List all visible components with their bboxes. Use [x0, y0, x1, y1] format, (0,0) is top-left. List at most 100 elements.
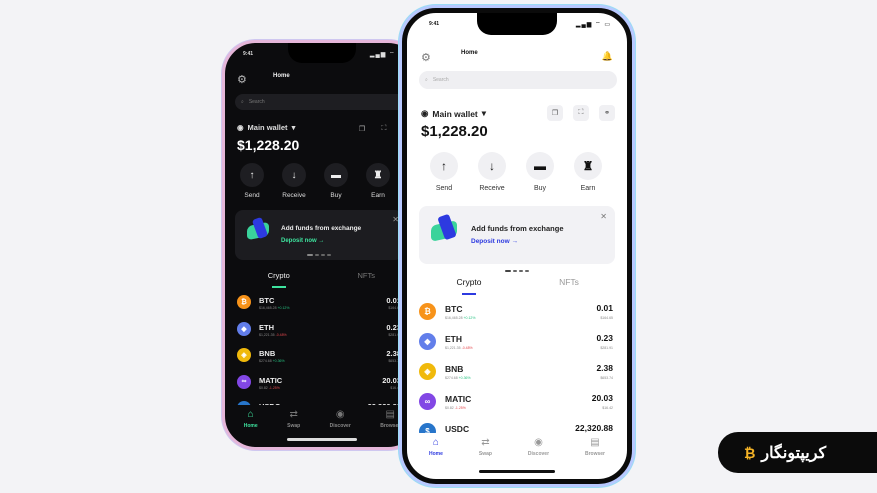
send-button[interactable]: ↑ Send — [429, 152, 459, 192]
scan-icon[interactable]: ⛶ — [573, 105, 589, 121]
coin-amount: 2.38 — [386, 349, 401, 358]
brand-name: کریپتونگار — [761, 444, 827, 462]
coin-row[interactable]: ∞ MATIC $0.82 -1.25% 20.03 $16.42 — [235, 373, 405, 400]
nav-item-home[interactable]: ⌂ Home — [244, 409, 258, 429]
nav-item-discover[interactable]: ◉ Discover — [330, 409, 351, 429]
coin-change: +0.36% — [272, 359, 285, 363]
brand-logo-icon: ₿ — [744, 444, 756, 461]
earn-label: Earn — [371, 192, 385, 199]
close-icon[interactable]: ✕ — [392, 215, 399, 224]
send-icon: ↑ — [430, 152, 458, 180]
wallet-selector[interactable]: ◉ Main wallet ▾ — [421, 108, 486, 119]
deposit-now-link[interactable]: Deposit now → — [281, 238, 324, 244]
nav-discover-icon: ◉ — [534, 437, 543, 448]
coin-symbol: BNB — [259, 349, 276, 358]
coin-symbol: USDC — [259, 402, 280, 405]
add-funds-banner[interactable]: Add funds from exchange Deposit now → ✕ — [235, 210, 403, 260]
coin-row[interactable]: ◆ ETH $1,221.35 -0.48% 0.23 $281.91 — [235, 320, 405, 347]
wallet-name: Main wallet — [247, 123, 288, 132]
search-input[interactable]: ⌕ Search — [419, 71, 617, 89]
receive-icon: ↓ — [478, 152, 506, 180]
wallet-selector[interactable]: ◉ Main wallet ▾ — [237, 123, 295, 132]
eye-icon[interactable]: ◉ — [237, 123, 244, 132]
nav-item-swap[interactable]: ⇄ Swap — [479, 437, 492, 457]
gear-icon[interactable]: ⚙ — [237, 73, 247, 86]
send-button[interactable]: ↑ Send — [239, 163, 265, 199]
tab-crypto[interactable]: Crypto — [419, 277, 519, 287]
buy-button[interactable]: ▬ Buy — [525, 152, 555, 192]
tab-nfts[interactable]: NFTs — [519, 277, 619, 287]
coin-row[interactable]: ₿ BTC $16,465.28 +0.12% 0.01 $164.65 — [417, 301, 617, 331]
nav-label: Browser — [584, 451, 605, 457]
coin-row[interactable]: $USDC$1.00 0.00%22,320.88$22,320.88 — [417, 421, 617, 433]
nav-browser-icon: ▤ — [590, 437, 600, 448]
nav-item-home[interactable]: ⌂ Home — [429, 437, 443, 457]
buy-button[interactable]: ▬ Buy — [323, 163, 349, 199]
coin-icon: ₿ — [419, 303, 436, 320]
home-indicator — [287, 438, 357, 441]
chevron-down-icon: ▾ — [291, 123, 296, 132]
nav-label: Home — [243, 423, 258, 429]
nav-label: Browser — [380, 423, 401, 429]
nav-item-discover[interactable]: ◉ Discover — [528, 437, 549, 457]
coin-symbol: ETH — [259, 322, 274, 332]
coin-symbol: ETH — [445, 334, 462, 344]
receive-button[interactable]: ↓ Receive — [281, 163, 307, 199]
coin-fiat-value: $164.65 — [388, 306, 401, 310]
coin-row[interactable]: ₿ BTC $16,465.28 +0.12% 0.01 $164.65 — [235, 293, 405, 320]
coin-amount: 22,320.88 — [575, 423, 613, 433]
coin-amount: 0.01 — [596, 303, 613, 313]
coin-list: ₿ BTC $16,465.28 +0.12% 0.01 $164.65 ◆ ETH $1,2… — [417, 301, 617, 433]
nav-item-browser[interactable]: ▤ Browser — [380, 409, 400, 429]
add-funds-banner[interactable]: Add funds from exchange Deposit now → ✕ — [419, 206, 615, 272]
link-icon[interactable]: ⚭ — [599, 105, 615, 121]
earn-icon: ♜ — [366, 163, 390, 187]
page-title: Home — [273, 73, 290, 79]
coin-amount: 22,320.88 — [368, 402, 401, 405]
notch — [477, 13, 557, 35]
buy-label: Buy — [330, 192, 342, 199]
status-time: 9:41 — [429, 21, 440, 27]
bell-icon[interactable]: 🔔 — [602, 51, 613, 62]
gear-icon[interactable]: ⚙ — [421, 51, 431, 64]
copy-icon[interactable]: ❐ — [355, 122, 369, 136]
receive-label: Receive — [282, 192, 306, 199]
coin-row[interactable]: $USDC$1.00 0.00%22,320.88$22,320.88 — [235, 399, 405, 405]
send-label: Send — [244, 192, 260, 199]
coin-row[interactable]: ∞ MATIC $0.82 -1.25% 20.03 $16.42 — [417, 391, 617, 421]
coin-change: -0.48% — [275, 332, 287, 337]
earn-button[interactable]: ♜ Earn — [573, 152, 603, 192]
tab-nfts[interactable]: NFTs — [323, 271, 411, 280]
coin-amount: 0.01 — [386, 296, 401, 305]
coin-symbol: USDC — [445, 424, 470, 433]
scan-icon[interactable]: ⛶ — [377, 122, 391, 136]
coin-icon: ∞ — [237, 374, 251, 389]
nav-item-browser[interactable]: ▤ Browser — [585, 437, 605, 457]
coin-icon: ◆ — [237, 321, 251, 336]
status-icons: ▂▄▆ ⌔ ▭ — [369, 52, 405, 58]
search-icon: ⌕ — [425, 77, 428, 83]
coin-row[interactable]: ◈ BNB $274.68 +0.36% 2.38 $653.74 — [235, 346, 405, 373]
nav-item-swap[interactable]: ⇄ Swap — [287, 409, 300, 429]
coin-price: $274.68 +0.36% — [445, 376, 471, 380]
coin-icon: $ — [237, 401, 251, 405]
nav-home-icon: ⌂ — [247, 409, 254, 420]
coin-row[interactable]: ◈ BNB $274.68 +0.36% 2.38 $653.74 — [417, 361, 617, 391]
copy-icon[interactable]: ❐ — [547, 105, 563, 121]
earn-button[interactable]: ♜ Earn — [365, 163, 391, 199]
status-icons: ▂▄▆ ⌔ ▭ — [575, 22, 611, 28]
dark-phone: 9:41 ▂▄▆ ⌔ ▭ ⚙ Home 🔔 ⌕ Search ◉ Main wa… — [222, 40, 422, 450]
coin-icon: ₿ — [237, 295, 251, 309]
tab-crypto[interactable]: Crypto — [235, 271, 323, 280]
coin-row[interactable]: ◆ ETH $1,221.35 -0.48% 0.23 $281.91 — [417, 331, 617, 361]
coin-symbol: MATIC — [445, 394, 472, 404]
coin-fiat-value: $16.42 — [390, 385, 401, 390]
wallet-tools: ❐ ⛶ ⚭ — [547, 105, 615, 121]
deposit-now-link[interactable]: Deposit now → — [471, 238, 518, 245]
close-icon[interactable]: ✕ — [600, 212, 607, 221]
eye-icon[interactable]: ◉ — [421, 108, 428, 119]
search-input[interactable]: ⌕ Search — [235, 94, 420, 110]
wallet-name: Main wallet — [432, 108, 478, 119]
receive-button[interactable]: ↓ Receive — [477, 152, 507, 192]
brand-badge: ₿ کریپتونگار — [718, 432, 877, 473]
